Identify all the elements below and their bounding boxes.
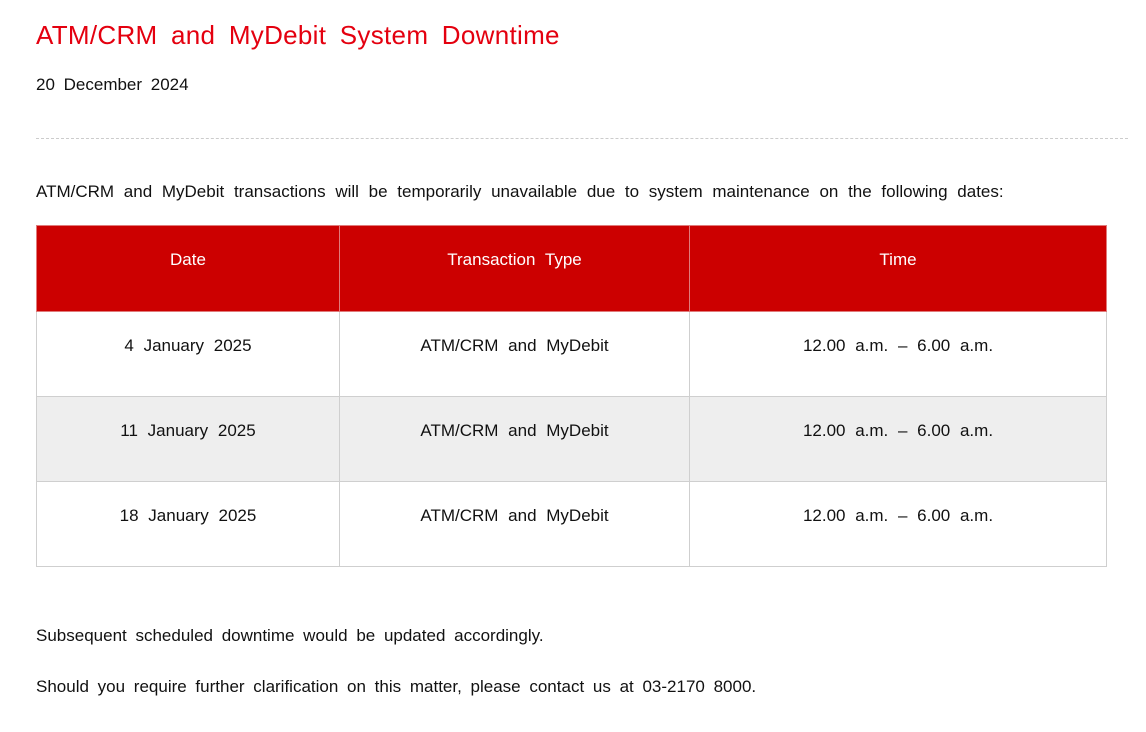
footer-note-updates: Subsequent scheduled downtime would be u…	[36, 626, 544, 645]
cell-transaction-type: ATM/CRM and MyDebit	[339, 396, 690, 482]
cell-time: 12.00 a.m. – 6.00 a.m.	[689, 481, 1107, 567]
table-row: 4 January 2025 ATM/CRM and MyDebit 12.00…	[36, 311, 1107, 397]
cell-date: 11 January 2025	[36, 396, 340, 482]
footer-note-contact: Should you require further clarification…	[36, 677, 757, 696]
table-row: 11 January 2025 ATM/CRM and MyDebit 12.0…	[36, 396, 1107, 482]
cell-date: 4 January 2025	[36, 311, 340, 397]
intro-text: ATM/CRM and MyDebit transactions will be…	[36, 182, 1004, 201]
cell-date: 18 January 2025	[36, 481, 340, 567]
column-header-time: Time	[689, 225, 1107, 312]
downtime-schedule-table: Date Transaction Type Time 4 January 202…	[36, 225, 1107, 567]
cell-time: 12.00 a.m. – 6.00 a.m.	[689, 311, 1107, 397]
notice-date: 20 December 2024	[36, 75, 189, 94]
cell-transaction-type: ATM/CRM and MyDebit	[339, 311, 690, 397]
table-header-row: Date Transaction Type Time	[36, 225, 1107, 312]
page-title: ATM/CRM and MyDebit System Downtime	[36, 20, 560, 50]
cell-time: 12.00 a.m. – 6.00 a.m.	[689, 396, 1107, 482]
table-row: 18 January 2025 ATM/CRM and MyDebit 12.0…	[36, 481, 1107, 567]
column-header-date: Date	[36, 225, 340, 312]
column-header-transaction-type: Transaction Type	[339, 225, 690, 312]
dashed-divider	[36, 138, 1128, 139]
cell-transaction-type: ATM/CRM and MyDebit	[339, 481, 690, 567]
